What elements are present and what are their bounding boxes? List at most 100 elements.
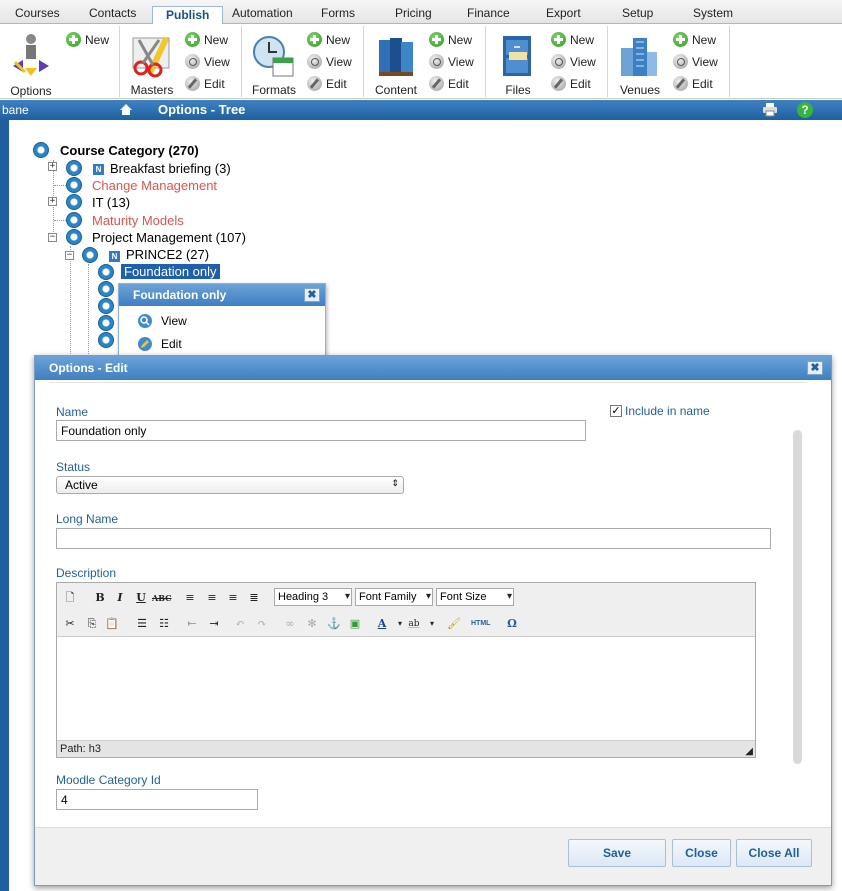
clock-calendar-icon[interactable]: [251, 34, 295, 78]
editor-content[interactable]: [57, 637, 755, 740]
align-right-icon[interactable]: ≡: [224, 589, 242, 607]
print-icon[interactable]: [762, 102, 778, 117]
home-icon[interactable]: [119, 103, 133, 116]
html-source-icon[interactable]: HTML: [471, 615, 490, 633]
context-view-item[interactable]: View: [137, 313, 187, 329]
collapse-icon[interactable]: −: [48, 233, 57, 242]
venues-edit-button[interactable]: Edit: [673, 76, 713, 91]
tab-pricing[interactable]: Pricing: [395, 6, 432, 20]
tab-courses[interactable]: Courses: [15, 6, 60, 20]
scissors-ruler-icon[interactable]: [129, 34, 173, 78]
content-label[interactable]: Content: [365, 83, 427, 97]
options-new-button[interactable]: New: [66, 32, 109, 47]
file-cabinet-icon[interactable]: [495, 34, 539, 78]
name-input[interactable]: [56, 420, 586, 441]
help-icon[interactable]: ?: [797, 102, 813, 118]
content-view-button[interactable]: View: [429, 54, 474, 69]
content-edit-button[interactable]: Edit: [429, 76, 469, 91]
masters-new-button[interactable]: New: [185, 32, 228, 47]
clean-format-icon[interactable]: 🖌: [445, 615, 463, 633]
tab-setup[interactable]: Setup: [622, 6, 653, 20]
expand-icon[interactable]: +: [48, 162, 57, 171]
books-icon[interactable]: [373, 34, 417, 78]
status-select[interactable]: Active ⇕: [56, 476, 404, 494]
align-center-icon[interactable]: ≡: [203, 589, 221, 607]
content-new-button[interactable]: New: [429, 32, 472, 47]
close-icon[interactable]: ✖: [304, 288, 320, 302]
bold-icon[interactable]: B: [91, 589, 109, 607]
new-document-icon[interactable]: 🗋: [61, 589, 79, 607]
heading-select[interactable]: Heading 3: [274, 588, 352, 606]
redo-icon[interactable]: ↷: [253, 615, 271, 633]
image-icon[interactable]: ▣: [346, 615, 364, 633]
include-in-name-checkbox[interactable]: ✓: [610, 405, 622, 417]
masters-edit-button[interactable]: Edit: [185, 76, 225, 91]
outdent-icon[interactable]: ⇤: [183, 615, 201, 633]
special-char-icon[interactable]: Ω: [503, 615, 521, 633]
dropdown-arrow-icon[interactable]: ▾: [423, 615, 441, 633]
anchor-icon[interactable]: ⚓: [325, 615, 343, 633]
tree-root[interactable]: Course Category (270): [60, 143, 199, 158]
venues-view-button[interactable]: View: [673, 54, 718, 69]
paste-icon[interactable]: 📋: [103, 615, 121, 633]
font-size-select[interactable]: Font Size: [436, 588, 514, 606]
files-new-button[interactable]: New: [551, 32, 594, 47]
formats-label[interactable]: Formats: [243, 83, 305, 97]
formats-edit-button[interactable]: Edit: [307, 76, 347, 91]
tab-automation[interactable]: Automation: [232, 6, 293, 20]
text-color-icon[interactable]: A: [373, 615, 391, 633]
expand-icon[interactable]: +: [48, 197, 57, 206]
moodle-category-input[interactable]: [56, 789, 258, 810]
resize-handle-icon[interactable]: ◢: [745, 746, 753, 757]
align-left-icon[interactable]: ≡: [181, 589, 199, 607]
strikethrough-icon[interactable]: ABC: [152, 589, 171, 607]
formats-new-button[interactable]: New: [307, 32, 350, 47]
copy-icon[interactable]: ⎘: [83, 615, 101, 633]
formats-view-button[interactable]: View: [307, 54, 352, 69]
venues-label[interactable]: Venues: [609, 83, 671, 97]
tree-item[interactable]: IT (13): [92, 195, 130, 210]
save-button[interactable]: Save: [568, 839, 666, 867]
new-icon: [66, 32, 81, 47]
files-edit-button[interactable]: Edit: [551, 76, 591, 91]
vertical-scrollbar[interactable]: [793, 430, 802, 764]
tree-item[interactable]: Maturity Models: [92, 213, 184, 228]
buildings-icon[interactable]: [617, 34, 661, 78]
masters-label[interactable]: Masters: [121, 83, 183, 97]
highlight-color-icon[interactable]: ab: [405, 615, 423, 633]
close-icon[interactable]: ✖: [807, 361, 823, 375]
options-icon[interactable]: [9, 32, 53, 76]
options-label[interactable]: Options: [0, 84, 62, 98]
tree-item[interactable]: PRINCE2 (27): [126, 247, 209, 262]
indent-icon[interactable]: ⇥: [205, 615, 223, 633]
tree-item-selected[interactable]: Foundation only: [121, 264, 220, 279]
font-family-select[interactable]: Font Family: [355, 588, 433, 606]
tree-item[interactable]: Change Management: [92, 178, 217, 193]
tree-item[interactable]: Project Management (107): [92, 230, 246, 245]
bullet-list-icon[interactable]: ☰: [133, 615, 151, 633]
files-view-button[interactable]: View: [551, 54, 596, 69]
close-all-button[interactable]: Close All: [736, 839, 812, 867]
undo-icon[interactable]: ↶: [231, 615, 249, 633]
numbered-list-icon[interactable]: ☷: [155, 615, 173, 633]
tab-contacts[interactable]: Contacts: [89, 6, 136, 20]
context-edit-item[interactable]: Edit: [137, 336, 182, 352]
close-button[interactable]: Close: [672, 839, 731, 867]
tab-publish[interactable]: Publish: [152, 6, 224, 25]
files-label[interactable]: Files: [487, 83, 549, 97]
link-icon[interactable]: ∞: [281, 615, 299, 633]
cut-icon[interactable]: ✂: [61, 615, 79, 633]
masters-view-button[interactable]: View: [185, 54, 230, 69]
collapse-icon[interactable]: −: [65, 251, 74, 260]
tab-export[interactable]: Export: [546, 6, 581, 20]
venues-new-button[interactable]: New: [673, 32, 716, 47]
tree-item[interactable]: Breakfast briefing (3): [110, 161, 231, 176]
tab-system[interactable]: System: [693, 6, 733, 20]
tab-finance[interactable]: Finance: [467, 6, 510, 20]
align-justify-icon[interactable]: ≣: [245, 589, 263, 607]
underline-icon[interactable]: U: [132, 589, 150, 607]
unlink-icon[interactable]: ✻: [303, 615, 321, 633]
long-name-input[interactable]: [56, 528, 771, 549]
italic-icon[interactable]: I: [111, 589, 129, 607]
tab-forms[interactable]: Forms: [321, 6, 355, 20]
